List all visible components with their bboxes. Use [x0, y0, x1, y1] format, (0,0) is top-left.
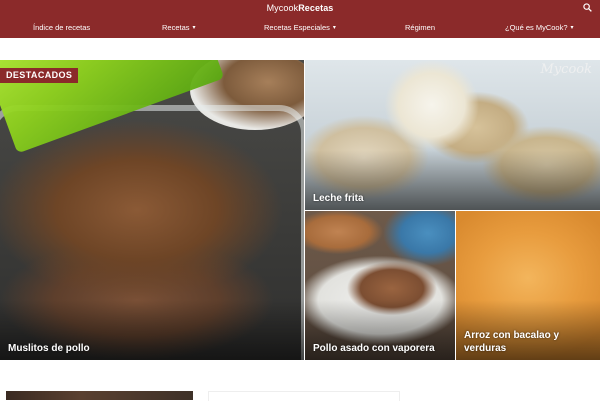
nav-item-label: Recetas — [162, 23, 190, 32]
featured-tile-muslitos[interactable]: Muslitos de pollo — [0, 60, 304, 360]
brand-light-text: Mycook — [266, 3, 299, 13]
main-nav: Índice de recetas Recetas ▾ Recetas Espec… — [0, 23, 600, 35]
search-icon[interactable] — [583, 3, 592, 12]
chevron-down-icon: ▾ — [570, 25, 574, 31]
nav-item-label: Índice de recetas — [33, 23, 91, 32]
tile-title[interactable]: Muslitos de pollo — [8, 342, 90, 355]
brand-bold-text: Recetas — [298, 3, 334, 13]
nav-item-regimen[interactable]: Régimen — [405, 23, 435, 32]
nav-item-label: Régimen — [405, 23, 436, 32]
nav-item-recetas-especiales[interactable]: Recetas Especiales ▾ — [264, 23, 336, 32]
chevron-down-icon: ▾ — [332, 25, 336, 31]
nav-item-label: Recetas Especiales — [264, 23, 330, 32]
tile-title[interactable]: Pollo asado con vaporera — [313, 342, 435, 355]
site-header: MycookRecetas Índice de recetas Recetas ▾… — [0, 0, 600, 38]
tile-title[interactable]: Leche frita — [313, 192, 364, 205]
mycook-watermark: Mycook — [540, 62, 592, 77]
tile-title[interactable]: Arroz con bacalao y verduras — [464, 329, 592, 355]
nav-item-recetas[interactable]: Recetas ▾ — [162, 23, 196, 32]
featured-badge: DESTACADOS — [0, 68, 79, 83]
chevron-down-icon: ▾ — [192, 25, 196, 31]
site-logo[interactable]: MycookRecetas — [0, 3, 600, 13]
nav-item-label: ¿Qué es MyCook? — [505, 23, 568, 32]
nav-item-indice[interactable]: Índice de recetas — [33, 23, 90, 32]
recipe-card-thumbnail[interactable] — [6, 391, 193, 400]
featured-tile-pollo-asado[interactable]: Pollo asado con vaporera — [305, 211, 455, 360]
featured-tile-leche-frita[interactable]: Mycook Leche frita — [305, 60, 600, 210]
featured-tile-arroz-bacalao[interactable]: Arroz con bacalao y verduras — [456, 211, 600, 360]
nav-item-que-es-mycook[interactable]: ¿Qué es MyCook? ▾ — [505, 23, 574, 32]
